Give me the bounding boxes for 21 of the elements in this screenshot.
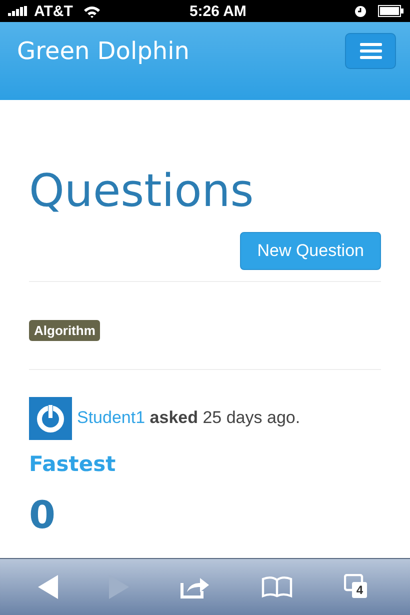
page-heading: Questions [29, 166, 255, 216]
menu-button[interactable] [345, 33, 396, 69]
carrier-name: AT&T [34, 2, 73, 20]
tabs-button[interactable]: 4 [344, 574, 372, 600]
share-icon[interactable] [180, 575, 210, 599]
bookmarks-icon[interactable] [261, 576, 294, 598]
clock-icon [354, 6, 366, 16]
battery-icon [378, 5, 404, 17]
author-link[interactable]: Student1 [77, 408, 146, 427]
avatar-icon [29, 396, 72, 440]
question-meta: Student1 asked 25 days ago. [77, 408, 300, 428]
tag-label[interactable]: Algorithm [29, 320, 100, 340]
menu-icon [360, 43, 382, 59]
question-title[interactable]: Fastest [29, 452, 381, 476]
brand-title[interactable]: Green Dolphin [17, 37, 190, 65]
vote-count: 0 [29, 496, 56, 534]
wifi-icon [82, 4, 101, 18]
clock-time: 5:26 AM [189, 2, 246, 20]
new-question-button[interactable]: New Question [240, 232, 381, 270]
back-icon[interactable] [38, 575, 58, 599]
signal-icon [8, 6, 30, 16]
